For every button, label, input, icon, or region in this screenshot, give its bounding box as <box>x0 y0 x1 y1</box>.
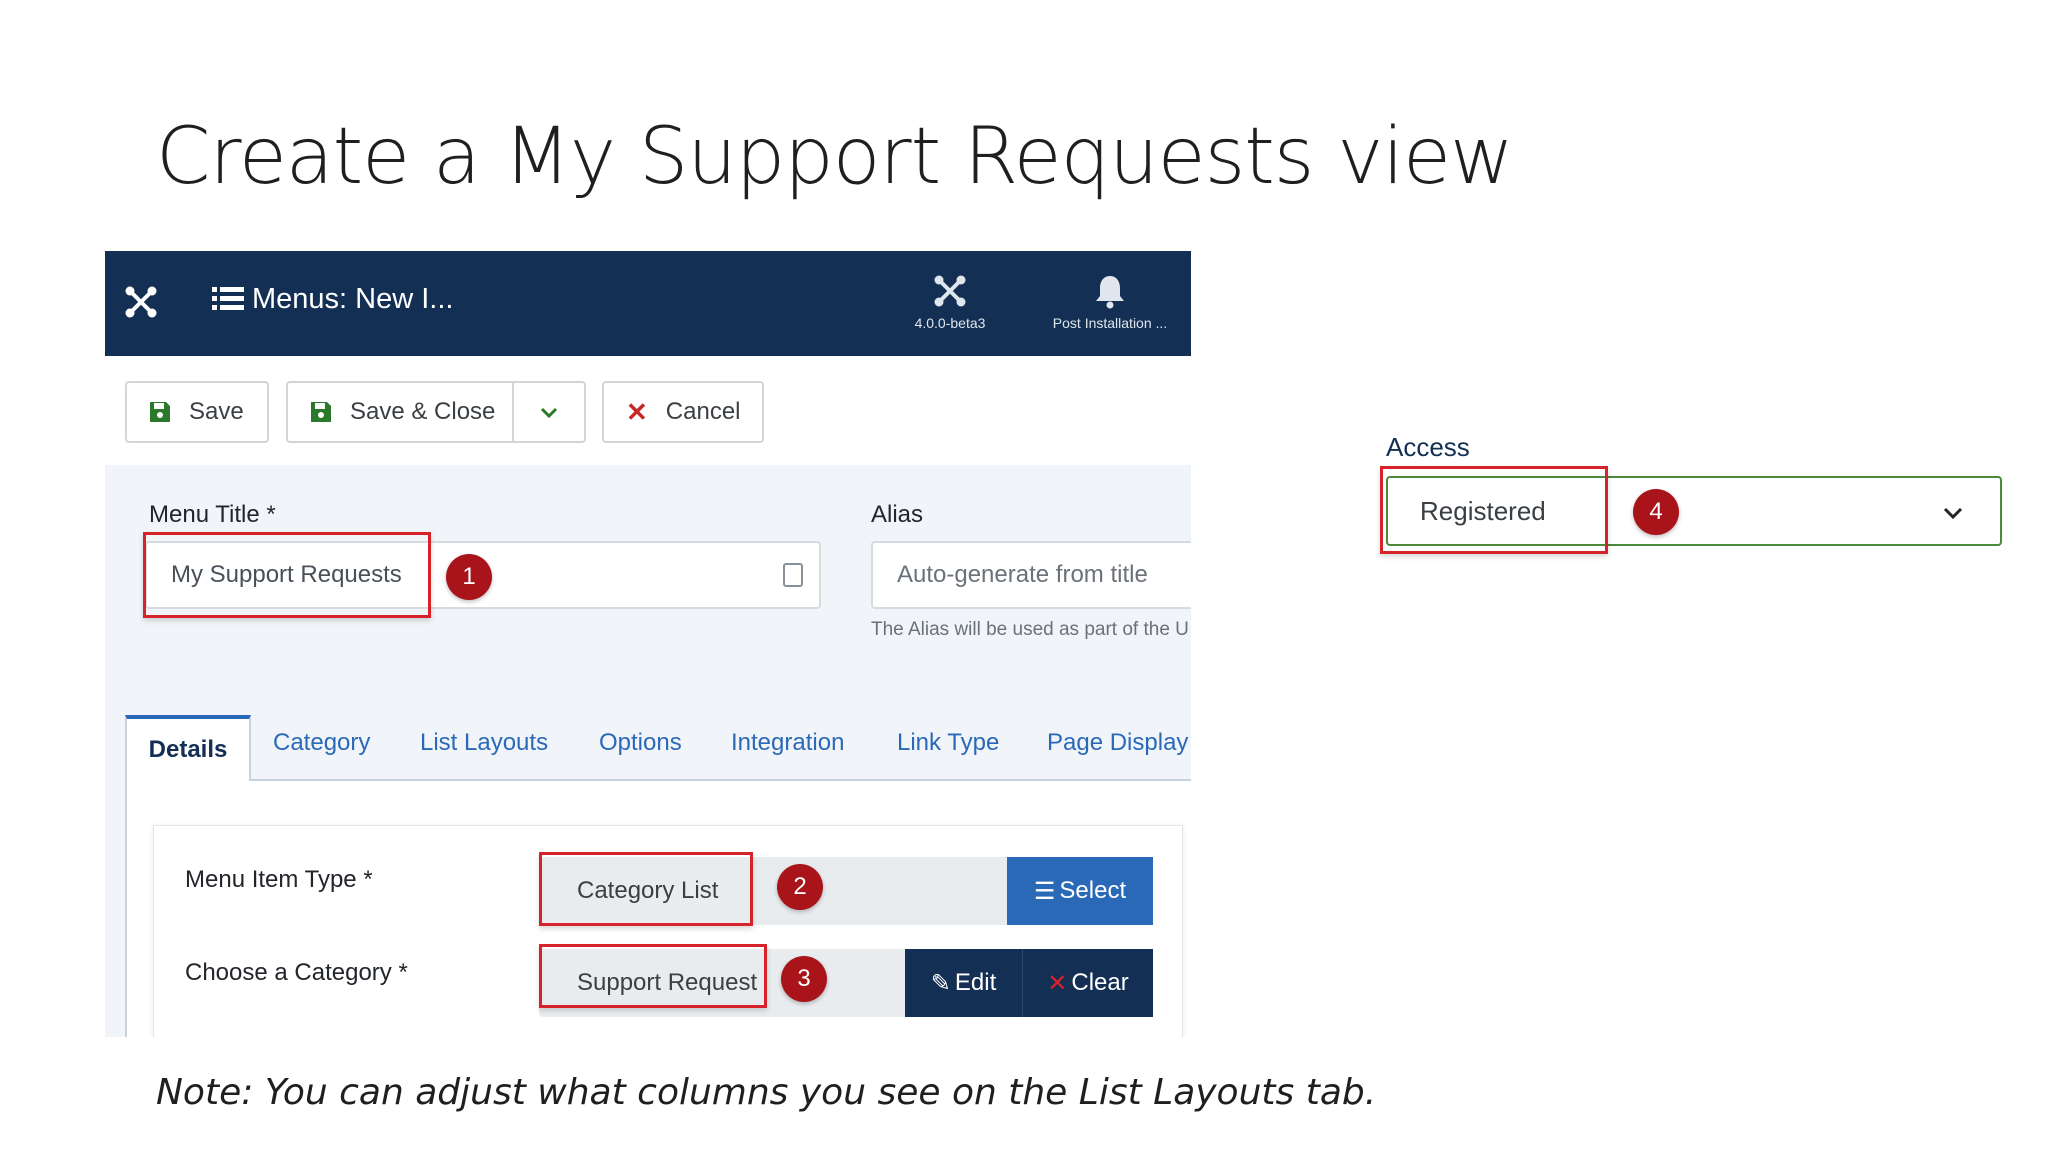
x-icon: ✕ <box>626 397 648 427</box>
callout-box-1 <box>143 532 431 618</box>
save-close-button-group: Save & Close <box>286 381 586 443</box>
tab-integration[interactable]: Integration <box>731 729 844 757</box>
access-label: Access <box>1386 432 1470 462</box>
text-counter-icon <box>783 563 803 587</box>
save-close-label: Save & Close <box>350 398 496 425</box>
callout-badge-4: 4 <box>1633 489 1679 535</box>
callout-box-3 <box>539 944 767 1008</box>
cancel-label: Cancel <box>665 398 741 425</box>
menu-title-label: Menu Title * <box>149 501 276 528</box>
list-icon <box>212 287 244 310</box>
save-label: Save <box>189 398 244 425</box>
menu-item-type-label: Menu Item Type * <box>185 866 373 893</box>
tab-details[interactable]: Details <box>125 715 251 781</box>
tab-link-type[interactable]: Link Type <box>897 729 999 757</box>
alias-label: Alias <box>871 501 924 528</box>
callout-box-2 <box>539 852 753 926</box>
tab-options[interactable]: Options <box>599 729 682 757</box>
tab-category[interactable]: Category <box>273 729 370 757</box>
alias-input[interactable]: Auto-generate from title <box>871 541 1191 609</box>
page-title: Menus: New I... <box>252 282 454 315</box>
callout-badge-1: 1 <box>446 554 492 600</box>
save-options-dropdown[interactable] <box>514 401 584 423</box>
tab-list-layouts[interactable]: List Layouts <box>420 729 548 757</box>
joomla-icon[interactable] <box>123 284 159 320</box>
header-title-group: Menus: New I... <box>210 281 453 317</box>
cancel-button[interactable]: ✕ Cancel <box>602 381 764 443</box>
joomla-icon <box>934 275 966 307</box>
post-installation-label: Post Installation ... <box>1052 315 1168 331</box>
save-close-button[interactable]: Save & Close <box>288 383 514 441</box>
slide-note: Note: You can adjust what columns you se… <box>156 1072 1377 1113</box>
chevron-down-icon <box>1943 507 1963 520</box>
edit-button[interactable]: ✎ Edit <box>905 949 1023 1017</box>
slide-title: Create a My Support Requests view <box>156 112 1514 202</box>
clear-label: Clear <box>1071 969 1129 996</box>
clear-button[interactable]: ✕ Clear <box>1023 949 1153 1017</box>
chevron-down-icon <box>540 407 558 419</box>
callout-badge-2: 2 <box>777 864 823 910</box>
edit-icon: ✎ <box>930 969 951 997</box>
x-icon: ✕ <box>1047 969 1068 997</box>
admin-header: Menus: New I... 4.0.0-beta3 Post Install… <box>105 251 1191 356</box>
tab-page-display[interactable]: Page Display <box>1047 729 1188 757</box>
floppy-icon <box>150 402 170 422</box>
select-label: Select <box>1059 877 1127 904</box>
post-installation-button[interactable]: Post Installation ... <box>1035 273 1185 331</box>
choose-category-label: Choose a Category * <box>185 959 408 986</box>
callout-badge-3: 3 <box>781 956 827 1002</box>
callout-box-4 <box>1380 466 1608 554</box>
list-icon: ☰ <box>1033 877 1056 905</box>
save-button[interactable]: Save <box>125 381 269 443</box>
alias-placeholder: Auto-generate from title <box>897 561 1148 588</box>
alias-help-text: The Alias will be used as part of the U <box>871 619 1189 640</box>
floppy-icon <box>311 402 331 422</box>
bell-icon <box>1096 276 1124 309</box>
version-label: 4.0.0-beta3 <box>914 315 986 331</box>
select-button[interactable]: ☰ Select <box>1007 857 1153 925</box>
edit-label: Edit <box>954 969 997 996</box>
tabs-divider <box>125 779 1191 781</box>
version-button[interactable]: 4.0.0-beta3 <box>905 273 995 331</box>
